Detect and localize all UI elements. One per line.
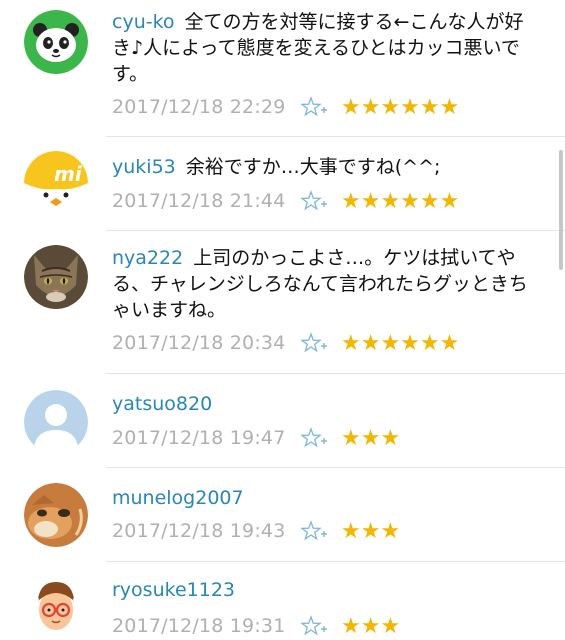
scrollbar[interactable]: [559, 150, 563, 270]
star-plus-icon[interactable]: [301, 615, 327, 637]
star-plus-icon[interactable]: [301, 520, 327, 542]
avatar[interactable]: mi: [24, 151, 88, 215]
star-plus-icon[interactable]: [301, 332, 327, 354]
avatar[interactable]: [24, 10, 88, 74]
avatar[interactable]: [24, 390, 88, 454]
comment-list: cyu-ko 全ての方を対等に接する←こんな人が好き♪人によって態度を変えるひとは…: [0, 0, 565, 640]
comment-body: nya222 上司のかっこよさ…。ケツは拭いてやる、チャレンジしろなんて言われたら…: [112, 245, 532, 323]
rating-stars: ★★★: [341, 613, 401, 639]
svg-text:mi: mi: [54, 162, 83, 186]
default-user-avatar-icon: [24, 390, 88, 454]
comment-text: 余裕ですか…大事ですね(^^;: [185, 156, 441, 178]
comment-item: yatsuo820 2017/12/18 19:47 ★★★: [0, 374, 565, 468]
username-link[interactable]: cyu-ko: [112, 11, 175, 33]
comment-body: munelog2007: [112, 485, 532, 511]
comment-item: cyu-ko 全ての方を対等に接する←こんな人が好き♪人によって態度を変えるひとは…: [0, 0, 565, 137]
rating-stars: ★★★★★★: [341, 330, 460, 356]
rating-stars: ★★★: [341, 518, 401, 544]
avatar[interactable]: [24, 574, 88, 638]
timestamp: 2017/12/18 22:29: [112, 96, 286, 118]
timestamp: 2017/12/18 20:34: [112, 332, 286, 354]
timestamp: 2017/12/18 19:31: [112, 615, 286, 637]
cat-avatar-icon: [24, 245, 88, 309]
comment-item: ryosuke1123 2017/12/18 19:31 ★★★: [0, 562, 565, 640]
comment-meta: 2017/12/18 19:47 ★★★: [112, 424, 400, 452]
username-link[interactable]: yatsuo820: [112, 393, 212, 415]
rating-stars: ★★★★★★: [341, 94, 460, 120]
avatar[interactable]: [24, 245, 88, 309]
comment-body: yuki53 余裕ですか…大事ですね(^^;: [112, 154, 532, 180]
comment-meta: 2017/12/18 22:29 ★★★★★★: [112, 93, 459, 121]
timestamp: 2017/12/18 21:44: [112, 190, 286, 212]
rating-stars: ★★★: [341, 425, 401, 451]
star-plus-icon[interactable]: [301, 427, 327, 449]
comment-body: ryosuke1123: [112, 577, 532, 603]
mi-chick-avatar-icon: mi: [24, 151, 88, 215]
comment-meta: 2017/12/18 19:43 ★★★: [112, 517, 400, 545]
orange-cat-avatar-icon: [24, 483, 88, 547]
star-plus-icon[interactable]: [301, 96, 327, 118]
comment-item: nya222 上司のかっこよさ…。ケツは拭いてやる、チャレンジしろなんて言われたら…: [0, 231, 565, 374]
comment-meta: 2017/12/18 20:34 ★★★★★★: [112, 329, 459, 357]
username-link[interactable]: ryosuke1123: [112, 579, 235, 601]
cartoon-boy-avatar-icon: [24, 574, 88, 638]
username-link[interactable]: nya222: [112, 247, 183, 269]
panda-avatar-icon: [24, 10, 88, 74]
comment-meta: 2017/12/18 21:44 ★★★★★★: [112, 187, 459, 215]
comment-body: yatsuo820: [112, 391, 532, 417]
timestamp: 2017/12/18 19:47: [112, 427, 286, 449]
timestamp: 2017/12/18 19:43: [112, 520, 286, 542]
comment-item: mi yuki53 余裕ですか…大事ですね(^^; 2017/12/18 21:4…: [0, 137, 565, 231]
avatar[interactable]: [24, 483, 88, 547]
comment-item: munelog2007 2017/12/18 19:43 ★★★: [0, 468, 565, 562]
username-link[interactable]: munelog2007: [112, 487, 244, 509]
comment-body: cyu-ko 全ての方を対等に接する←こんな人が好き♪人によって態度を変えるひとは…: [112, 9, 532, 87]
star-plus-icon[interactable]: [301, 190, 327, 212]
comment-meta: 2017/12/18 19:31 ★★★: [112, 612, 400, 640]
username-link[interactable]: yuki53: [112, 156, 176, 178]
rating-stars: ★★★★★★: [341, 188, 460, 214]
